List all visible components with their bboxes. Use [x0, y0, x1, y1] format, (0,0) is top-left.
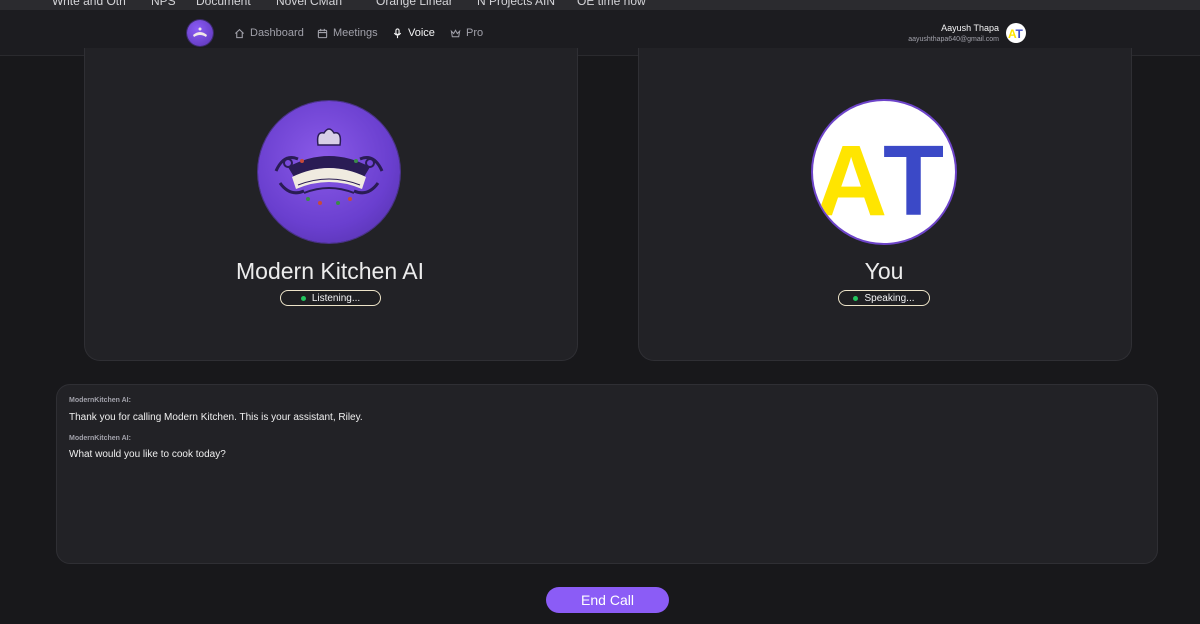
bookmark-item[interactable]: Novel CMan: [276, 0, 342, 8]
transcript-panel[interactable]: ModernKitchen AI: Thank you for calling …: [56, 384, 1158, 564]
crown-icon: [450, 28, 461, 37]
svg-text:T: T: [883, 125, 944, 237]
ai-status-badge: Listening...: [280, 290, 381, 306]
crown-logo-icon: [193, 27, 207, 37]
bookmarks-bar: Write and Oth NPS Document Novel CMan Or…: [0, 0, 1200, 10]
nav-meetings[interactable]: Meetings: [317, 26, 378, 40]
ai-assistant-name: Modern Kitchen AI: [236, 258, 424, 284]
app-logo[interactable]: [187, 20, 213, 46]
bookmark-item[interactable]: Document: [196, 0, 251, 8]
nav-pro-label: Pro: [466, 27, 484, 39]
ai-assistant-avatar: [258, 101, 400, 243]
transcript-speaker: ModernKitchen AI:: [69, 397, 131, 404]
calendar-icon: [317, 28, 328, 38]
user-initials-avatar: A T: [1008, 27, 1024, 41]
ai-status-label: Listening...: [311, 292, 361, 304]
status-dot-icon: [853, 295, 859, 301]
nav-voice-label: Voice: [408, 27, 435, 39]
modern-kitchen-logo-icon: [274, 128, 384, 205]
svg-text:T: T: [1016, 27, 1024, 41]
nav-pro[interactable]: Pro: [450, 26, 483, 40]
bookmark-item[interactable]: Orange Linear: [376, 0, 453, 8]
user-name: Aayush Thapa: [941, 23, 999, 33]
user-card-name: You: [864, 258, 904, 284]
user-status-label: Speaking...: [864, 292, 915, 304]
bookmark-item[interactable]: OE time now: [577, 0, 646, 8]
bookmark-item[interactable]: Write and Oth: [52, 0, 126, 8]
status-dot-icon: [300, 295, 306, 301]
nav-meetings-label: Meetings: [333, 27, 378, 39]
nav-dashboard-label: Dashboard: [250, 27, 304, 39]
bookmark-item[interactable]: N Projects AIN: [477, 0, 555, 8]
nav-voice[interactable]: Voice: [392, 26, 435, 40]
transcript-message: What would you like to cook today?: [69, 449, 226, 460]
bookmark-item[interactable]: NPS: [151, 0, 176, 8]
transcript-message: Thank you for calling Modern Kitchen. Th…: [69, 412, 363, 423]
transcript-speaker: ModernKitchen AI:: [69, 435, 131, 442]
user-card-avatar: A T: [813, 101, 955, 243]
nav-dashboard[interactable]: Dashboard: [234, 26, 304, 40]
user-email: aayushthapa640@gmail.com: [908, 36, 999, 43]
home-icon: [234, 28, 245, 38]
microphone-icon: [393, 27, 402, 38]
user-avatar[interactable]: A T: [1006, 23, 1026, 43]
user-status-badge: Speaking...: [838, 290, 930, 306]
user-initials-avatar-large: A T: [815, 125, 944, 237]
end-call-button[interactable]: End Call: [546, 587, 669, 613]
